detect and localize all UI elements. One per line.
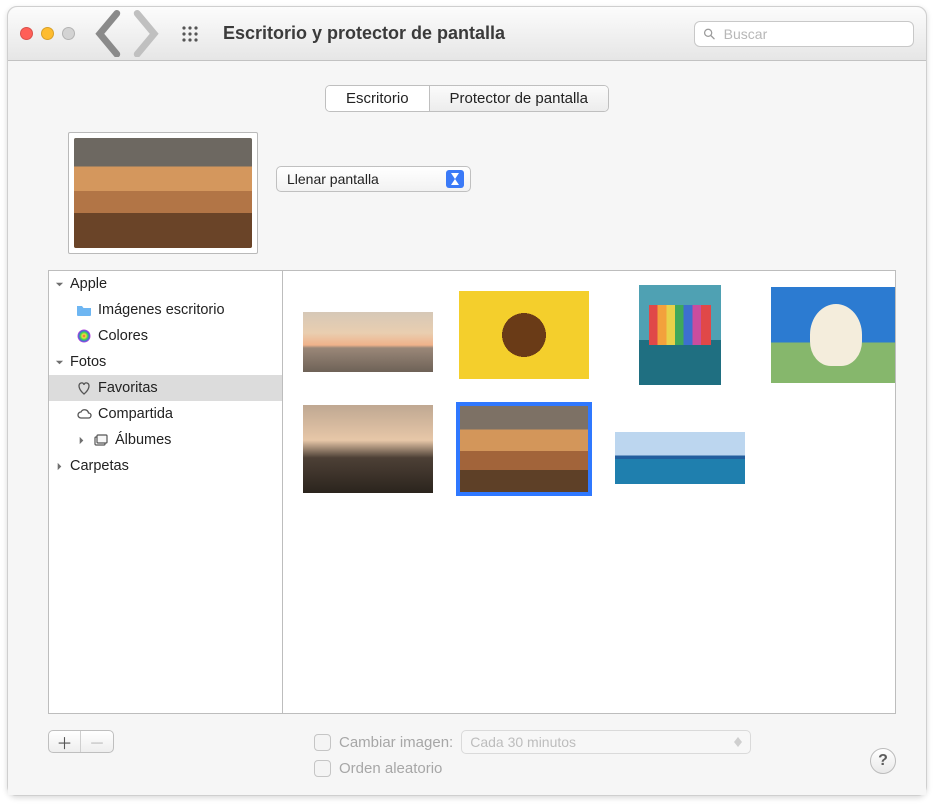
sidebar-item-favorites[interactable]: Favoritas: [49, 375, 282, 401]
nav-buttons: [93, 21, 161, 47]
help-button[interactable]: ?: [870, 748, 896, 774]
dropdown-stepper-icon: [446, 170, 464, 188]
window-controls: [20, 27, 75, 40]
zoom-window-button: [62, 27, 75, 40]
search-field[interactable]: [694, 21, 914, 47]
fill-mode-label: Llenar pantalla: [287, 171, 379, 187]
search-icon: [703, 27, 716, 41]
content-area: Escritorio Protector de pantalla Llenar …: [8, 61, 926, 795]
sidebar-group-folders[interactable]: Carpetas: [49, 453, 282, 479]
change-options: Cambiar imagen: Cada 30 minutos Orden al…: [314, 730, 751, 777]
sidebar-label-folders: Carpetas: [70, 458, 129, 474]
heart-icon: [75, 379, 93, 397]
preview-row: Llenar pantalla: [8, 112, 926, 264]
random-order-label: Orden aleatorio: [339, 760, 442, 777]
folder-icon: [75, 301, 93, 319]
bottom-bar: ＋ － Cambiar imagen: Cada 30 minutos: [8, 722, 926, 795]
sidebar-item-desktop-pictures[interactable]: Imágenes escritorio: [49, 297, 282, 323]
fill-mode-dropdown[interactable]: Llenar pantalla: [276, 166, 471, 192]
sidebar-item-label: Colores: [98, 328, 148, 344]
sidebar-item-label: Álbumes: [115, 432, 171, 448]
sidebar-group-photos[interactable]: Fotos: [49, 349, 282, 375]
cloud-icon: [75, 405, 93, 423]
minimize-window-button[interactable]: [41, 27, 54, 40]
change-image-label: Cambiar imagen:: [339, 734, 453, 751]
random-order-row: Orden aleatorio: [314, 760, 751, 777]
source-sidebar[interactable]: Apple Imágenes escritorio Colores Fotos …: [48, 270, 283, 714]
sidebar-group-apple[interactable]: Apple: [49, 271, 282, 297]
thumbnail-silhouette-sunset[interactable]: [303, 405, 433, 493]
chevron-right-icon: [53, 460, 65, 472]
thumbnail-sunset-panorama[interactable]: [303, 312, 433, 372]
chevron-right-icon: [75, 434, 87, 446]
add-remove-buttons: ＋ －: [48, 730, 114, 753]
back-button[interactable]: [93, 21, 127, 47]
thumbnail-sunflower[interactable]: [459, 291, 589, 379]
chevron-down-icon: [53, 356, 65, 368]
thumbnail-coastal-sea[interactable]: [615, 432, 745, 484]
toolbar: Escritorio y protector de pantalla: [8, 7, 926, 61]
thumbnail-desert-dunes[interactable]: [459, 405, 589, 493]
remove-folder-button: －: [81, 731, 113, 752]
add-folder-button[interactable]: ＋: [49, 731, 81, 752]
search-input[interactable]: [722, 25, 905, 43]
wallpaper-preview-image: [74, 138, 252, 248]
tab-screensaver[interactable]: Protector de pantalla: [430, 86, 608, 111]
sidebar-item-label: Favoritas: [98, 380, 158, 396]
window-title: Escritorio y protector de pantalla: [223, 23, 505, 44]
thumbnail-laundry-line[interactable]: [639, 285, 721, 385]
sidebar-label-apple: Apple: [70, 276, 107, 292]
dropdown-arrows-icon: [734, 737, 742, 747]
preferences-window: Escritorio y protector de pantalla Escri…: [7, 6, 927, 796]
tab-desktop[interactable]: Escritorio: [326, 86, 430, 111]
show-all-button[interactable]: [175, 21, 205, 47]
thumbnail-dog-windblown[interactable]: [771, 287, 896, 383]
change-interval-label: Cada 30 minutos: [470, 734, 576, 750]
current-wallpaper-preview: [68, 132, 258, 254]
forward-button[interactable]: [127, 21, 161, 47]
segmented-tabs: Escritorio Protector de pantalla: [325, 85, 609, 112]
stack-icon: [92, 431, 110, 449]
color-wheel-icon: [75, 327, 93, 345]
tab-bar: Escritorio Protector de pantalla: [8, 61, 926, 112]
chevron-down-icon: [53, 278, 65, 290]
sidebar-item-albums[interactable]: Álbumes: [49, 427, 282, 453]
change-image-checkbox[interactable]: [314, 734, 331, 751]
close-window-button[interactable]: [20, 27, 33, 40]
sidebar-item-label: Compartida: [98, 406, 173, 422]
sidebar-item-label: Imágenes escritorio: [98, 302, 225, 318]
main-split: Apple Imágenes escritorio Colores Fotos …: [8, 264, 926, 722]
thumbnail-gallery: [283, 270, 896, 714]
sidebar-item-colors[interactable]: Colores: [49, 323, 282, 349]
change-image-row: Cambiar imagen: Cada 30 minutos: [314, 730, 751, 754]
change-interval-dropdown: Cada 30 minutos: [461, 730, 751, 754]
sidebar-item-shared[interactable]: Compartida: [49, 401, 282, 427]
random-order-checkbox: [314, 760, 331, 777]
sidebar-label-photos: Fotos: [70, 354, 106, 370]
